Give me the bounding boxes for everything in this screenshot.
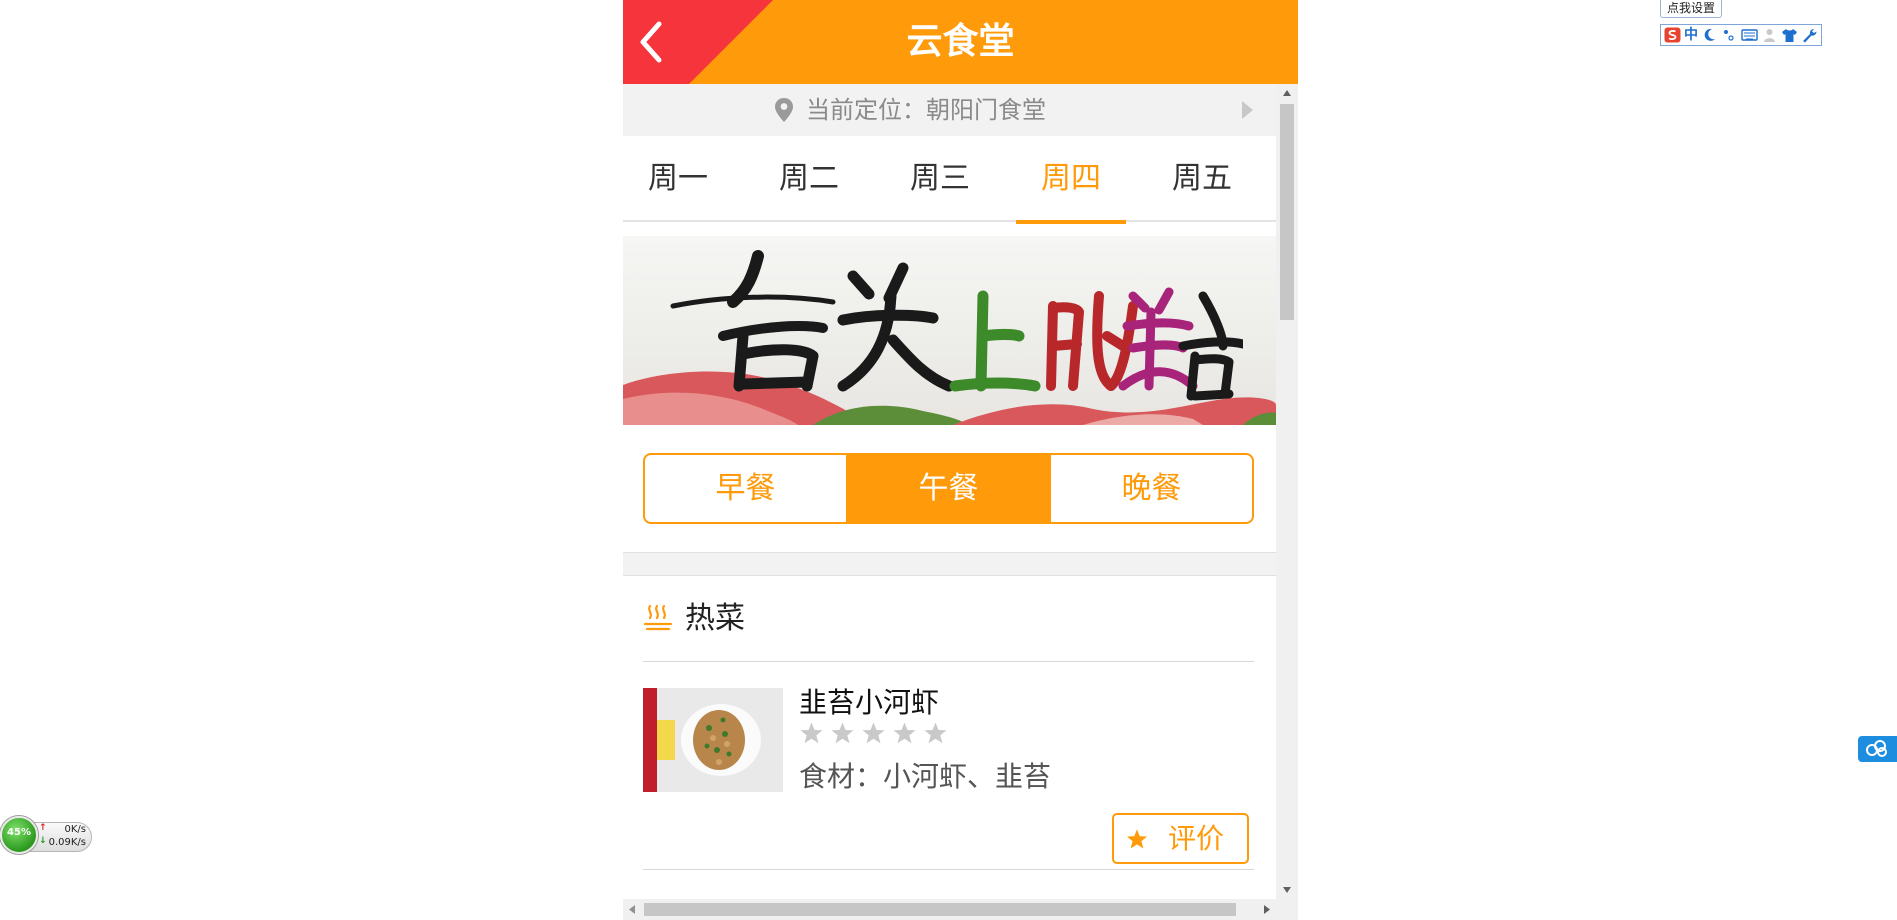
app-header: 云食堂 (623, 0, 1298, 84)
memory-usage-percent: 45% (7, 827, 31, 838)
scroll-left-arrow-icon[interactable] (623, 899, 641, 920)
download-arrow-icon: ↓ (39, 836, 47, 846)
dish-photo-illustration (643, 688, 783, 792)
tab-thursday[interactable]: 周四 (1016, 136, 1126, 224)
user-icon[interactable] (1761, 27, 1778, 43)
banner-calligraphy-logo (670, 250, 1243, 401)
scroll-down-arrow-icon[interactable] (1276, 881, 1298, 899)
sogou-logo-icon[interactable] (1664, 27, 1681, 43)
tab-lunch[interactable]: 午餐 (848, 455, 1051, 522)
upload-arrow-icon: ↑ (39, 823, 47, 833)
dish-name: 韭苔小河虾 (799, 686, 940, 719)
rate-button[interactable]: 评价 (1112, 813, 1249, 864)
rate-button-label: 评价 (1168, 822, 1225, 855)
network-speed-widget[interactable]: 45% ↑ ↓ 0K/s 0.09K/s (0, 816, 92, 856)
wrench-icon[interactable] (1801, 27, 1818, 43)
tab-breakfast[interactable]: 早餐 (645, 455, 848, 522)
tab-tuesday[interactable]: 周二 (754, 136, 864, 222)
dish-photo (643, 688, 783, 792)
star-icon (1126, 829, 1148, 849)
scroll-up-arrow-icon[interactable] (1276, 84, 1298, 102)
location-bar[interactable]: 当前定位：朝阳门食堂 (623, 84, 1276, 136)
tab-wednesday[interactable]: 周三 (885, 136, 995, 222)
mobile-app-frame: 云食堂 当前定位：朝阳门食堂 周一 周二 周三 周四 周五 早餐 午餐 晚餐 热… (623, 0, 1298, 920)
horizontal-scrollbar[interactable] (623, 899, 1276, 920)
weekday-tabs: 周一 周二 周三 周四 周五 (623, 136, 1276, 224)
star-icon (800, 722, 823, 744)
punctuation-icon[interactable] (1721, 27, 1738, 43)
star-icon (831, 722, 854, 744)
moon-icon[interactable] (1701, 27, 1718, 43)
ime-toolbar: 中 (1660, 24, 1822, 46)
meal-tabs: 早餐 午餐 晚餐 (643, 453, 1254, 524)
current-location-text: 当前定位：朝阳门食堂 (806, 96, 1046, 124)
ime-settings-tooltip[interactable]: 点我设置 (1660, 0, 1723, 18)
vertical-scroll-thumb[interactable] (1280, 104, 1294, 320)
section-divider (623, 552, 1276, 576)
rating-stars (799, 721, 948, 745)
cloud-sync-widget[interactable] (1858, 736, 1897, 762)
upload-speed: 0K/s (64, 824, 87, 835)
horizontal-scroll-thumb[interactable] (644, 903, 1236, 916)
steam-icon (643, 604, 673, 631)
tab-monday[interactable]: 周一 (623, 136, 733, 222)
page-title: 云食堂 (906, 21, 1015, 62)
star-icon (924, 722, 947, 744)
caret-right-icon (1242, 101, 1253, 119)
tab-friday[interactable]: 周五 (1147, 136, 1257, 222)
star-icon (893, 722, 916, 744)
tab-dinner[interactable]: 晚餐 (1051, 455, 1252, 522)
ime-mode-label[interactable]: 中 (1684, 27, 1698, 43)
dish-ingredients: 食材：小河虾、韭苔 (799, 760, 1052, 793)
scroll-right-arrow-icon[interactable] (1258, 899, 1276, 920)
keyboard-icon[interactable] (1741, 27, 1758, 43)
section-title: 热菜 (685, 601, 745, 636)
cloud-icon (1866, 740, 1887, 757)
scroll-content: 当前定位：朝阳门食堂 周一 周二 周三 周四 周五 早餐 午餐 晚餐 热菜 韭苔… (623, 84, 1276, 899)
vertical-scrollbar[interactable] (1276, 84, 1298, 899)
food-banner (623, 236, 1276, 425)
scrollbar-corner (1276, 899, 1298, 920)
download-speed: 0.09K/s (48, 837, 86, 848)
section-header-hot-dishes: 热菜 (643, 576, 1254, 662)
location-pin-icon (775, 98, 793, 122)
skin-shirt-icon[interactable] (1781, 27, 1798, 43)
star-icon (862, 722, 885, 744)
dish-card: 韭苔小河虾 食材：小河虾、韭苔 评价 (643, 663, 1254, 870)
